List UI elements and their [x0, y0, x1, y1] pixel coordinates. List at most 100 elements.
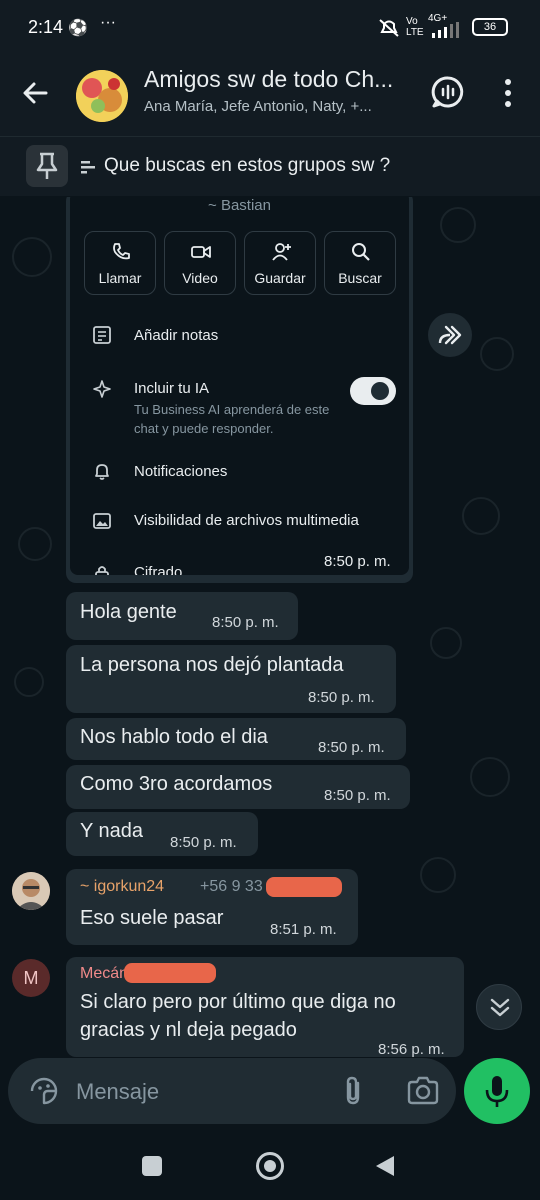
- call-button[interactable]: Llamar: [84, 231, 156, 295]
- mute-icon: [379, 19, 399, 37]
- pinned-message-bar[interactable]: Que buscas en estos grupos sw ?: [0, 136, 540, 196]
- more-notifications-icon: ···: [100, 14, 116, 31]
- sparkle-icon: [93, 380, 111, 398]
- sender-name[interactable]: ~ igorkun24: [80, 878, 164, 896]
- message-time: 8:50 p. m.: [212, 614, 279, 631]
- message-time: 8:50 p. m.: [318, 739, 385, 756]
- add-notes-option[interactable]: Añadir notas: [134, 327, 218, 344]
- wallpaper-doodle: [18, 527, 52, 561]
- message-time: 8:50 p. m.: [308, 689, 375, 706]
- encryption-option[interactable]: Cifrado: [134, 564, 182, 575]
- message-bubble[interactable]: ~ igorkun24 +56 9 33 Eso suele pasar 8:5…: [66, 869, 358, 945]
- chat-title[interactable]: Amigos sw de todo Ch...: [144, 66, 414, 93]
- media-visibility-option[interactable]: Visibilidad de archivos multimedia: [134, 512, 359, 529]
- chat-header: Amigos sw de todo Ch... Ana María, Jefe …: [0, 56, 540, 136]
- phone-icon: [113, 243, 130, 260]
- message-bubble[interactable]: Como 3ro acordamos 8:50 p. m.: [66, 765, 410, 809]
- message-bubble[interactable]: La persona nos dejó plantada 8:50 p. m.: [66, 645, 396, 713]
- bell-icon: [95, 464, 109, 480]
- back-nav-icon[interactable]: [374, 1154, 396, 1178]
- wallpaper-doodle: [14, 667, 44, 697]
- search-button[interactable]: Buscar: [324, 231, 396, 295]
- group-avatar[interactable]: [76, 70, 128, 122]
- message-time: 8:56 p. m.: [378, 1041, 445, 1057]
- image-icon: [93, 513, 111, 529]
- notes-icon: [93, 326, 111, 344]
- more-options-icon[interactable]: [500, 78, 516, 108]
- lock-icon: [95, 566, 109, 575]
- redaction-mark: [124, 963, 216, 983]
- save-label: Guardar: [254, 270, 306, 286]
- wallpaper-doodle: [480, 337, 514, 371]
- message-text: Como 3ro acordamos: [80, 773, 273, 795]
- message-time: 8:50 p. m.: [170, 834, 237, 851]
- contact-name: ~ Bastian: [208, 197, 271, 214]
- message-text-line: Si claro pero por último que diga no: [80, 991, 396, 1013]
- sender-name[interactable]: Mecán: [80, 965, 128, 983]
- wallpaper-doodle: [420, 857, 456, 893]
- ai-option-description: Tu Business AI aprenderá de este chat y …: [134, 402, 330, 436]
- redaction-mark: [266, 877, 342, 897]
- message-bubble[interactable]: Nos hablo todo el dia 8:50 p. m.: [66, 718, 406, 760]
- search-icon: [352, 243, 370, 261]
- ai-toggle[interactable]: [350, 377, 396, 405]
- video-button[interactable]: Video: [164, 231, 236, 295]
- home-button-dot: [264, 1160, 276, 1172]
- home-button[interactable]: [256, 1152, 284, 1180]
- video-icon: [191, 246, 211, 258]
- camera-icon[interactable]: [406, 1075, 440, 1107]
- wallpaper-doodle: [12, 237, 52, 277]
- wallpaper-doodle: [440, 207, 476, 243]
- back-arrow-icon[interactable]: [18, 76, 52, 110]
- message-text: La persona nos dejó plantada: [80, 654, 344, 676]
- ai-option-title: Incluir tu IA: [134, 380, 210, 397]
- soccer-icon: ⚽: [68, 20, 88, 37]
- message-bubble[interactable]: Hola gente 8:50 p. m.: [66, 592, 298, 640]
- volte-label: Vo LTE: [406, 16, 424, 38]
- message-time: 8:51 p. m.: [270, 921, 337, 938]
- sender-avatar[interactable]: [12, 872, 50, 910]
- forward-button[interactable]: [428, 313, 472, 357]
- contact-card-message: ~ Bastian Llamar Video Guardar Buscar Añ…: [66, 197, 413, 583]
- message-text: Y nada: [80, 820, 144, 842]
- call-label: Llamar: [98, 270, 142, 286]
- battery-indicator: 36: [472, 18, 508, 36]
- sender-avatar[interactable]: M: [12, 959, 50, 997]
- wallpaper-doodle: [462, 497, 500, 535]
- double-chevron-down-icon: [490, 998, 510, 1017]
- group-avatar-image: [76, 70, 128, 122]
- message-bubble[interactable]: Y nada 8:50 p. m.: [66, 812, 258, 856]
- scroll-to-bottom-button[interactable]: [476, 984, 522, 1030]
- save-contact-button[interactable]: Guardar: [244, 231, 316, 295]
- search-label: Buscar: [338, 270, 382, 286]
- add-person-icon: [272, 243, 291, 261]
- pin-icon: [26, 145, 68, 187]
- message-time: 8:50 p. m.: [324, 553, 391, 570]
- sender-phone: +56 9 33: [200, 878, 263, 895]
- ai-toggle-knob: [371, 382, 389, 400]
- voice-chat-icon[interactable]: [430, 74, 466, 110]
- message-text-line: gracias y nl deja pegado: [80, 1019, 297, 1041]
- notifications-option[interactable]: Notificaciones: [134, 463, 227, 480]
- status-bar: 2:14 ⚽ ··· Vo LTE 4G+ 36: [0, 0, 540, 56]
- message-text: Eso suele pasar: [80, 907, 224, 929]
- microphone-icon: [485, 1076, 509, 1107]
- message-composer: Mensaje: [8, 1058, 456, 1124]
- message-time: 8:50 p. m.: [324, 787, 391, 804]
- pinned-message-text: Que buscas en estos grupos sw ?: [104, 155, 391, 176]
- system-navigation-bar: [0, 1132, 540, 1200]
- chat-participants[interactable]: Ana María, Jefe Antonio, Naty, +...: [144, 98, 414, 115]
- chat-area: ~ Bastian Llamar Video Guardar Buscar Añ…: [0, 197, 540, 1057]
- message-bubble[interactable]: Mecán Si claro pero por último que diga …: [66, 957, 464, 1057]
- voice-record-button[interactable]: [464, 1058, 530, 1124]
- message-text: Hola gente: [80, 601, 177, 623]
- message-input[interactable]: Mensaje: [76, 1079, 159, 1105]
- recent-apps-button[interactable]: [142, 1156, 162, 1176]
- profile-photo-image: [12, 872, 50, 910]
- poll-icon: [81, 161, 95, 174]
- contact-card: ~ Bastian Llamar Video Guardar Buscar Añ…: [70, 197, 409, 575]
- attach-icon[interactable]: [340, 1075, 366, 1107]
- forward-icon: [438, 325, 462, 345]
- wallpaper-doodle: [430, 627, 462, 659]
- sticker-icon[interactable]: [28, 1075, 60, 1107]
